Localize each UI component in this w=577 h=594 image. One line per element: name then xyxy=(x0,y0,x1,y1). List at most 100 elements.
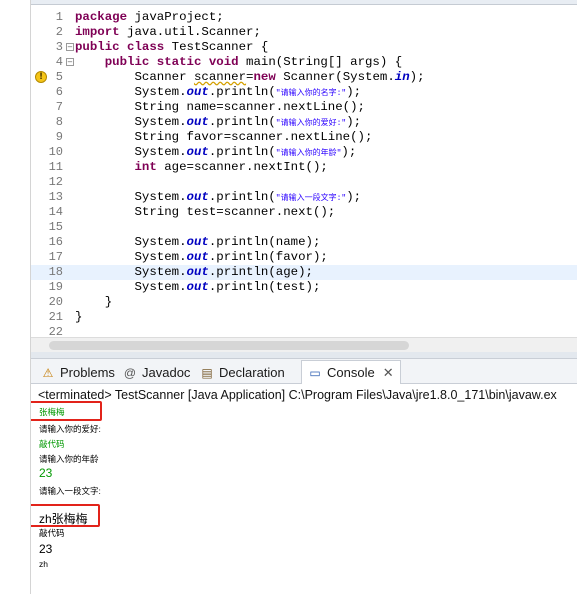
code-line[interactable]: 10 System.out.println("请输入你的年龄"); xyxy=(31,145,577,160)
code-token: } xyxy=(75,310,83,324)
line-number: 14 xyxy=(48,205,63,219)
code-line[interactable]: 3 public class TestScanner { xyxy=(31,40,577,55)
console-line: 请输入你的爱好: xyxy=(39,424,101,434)
code-token: .println(test); xyxy=(208,280,321,294)
warning-marker-icon[interactable]: ! xyxy=(35,71,47,83)
console-line: 23 xyxy=(39,466,53,480)
tab-label: Javadoc xyxy=(142,365,191,380)
line-number: 8 xyxy=(55,115,63,129)
tab-console[interactable]: ▭ Console ✕ xyxy=(301,360,401,384)
code-line[interactable]: 6 System.out.println("请输入你的名字:"); xyxy=(31,85,577,100)
code-token: javaProject; xyxy=(127,10,224,24)
code-token: main(String[] args) { xyxy=(238,55,403,69)
code-text: int age=scanner.nextInt(); xyxy=(75,160,328,175)
code-token: out xyxy=(186,85,209,99)
code-line[interactable]: 16 System.out.println(name); xyxy=(31,235,577,250)
line-number: 11 xyxy=(48,160,63,174)
code-text: } xyxy=(75,310,82,325)
console-line: 请输入一段文字: xyxy=(39,486,101,496)
console-line: 敲代码 xyxy=(39,528,65,538)
console-line: 请输入你的年龄 xyxy=(39,454,99,464)
close-icon[interactable]: ✕ xyxy=(383,365,394,381)
code-token: out xyxy=(186,145,209,159)
code-token: .println( xyxy=(208,85,276,99)
code-token: TestScanner { xyxy=(164,40,269,54)
line-number: 9 xyxy=(55,130,63,144)
code-token: .println(favor); xyxy=(208,250,328,264)
code-token: } xyxy=(75,295,113,309)
code-token: new xyxy=(253,70,276,84)
code-line[interactable]: 21} xyxy=(31,310,577,325)
code-editor[interactable]: 1 package javaProject; 2 import java.util.S… xyxy=(31,5,577,337)
editor-horizontal-scrollbar[interactable] xyxy=(31,337,577,352)
code-line[interactable]: 22 xyxy=(31,325,577,337)
code-line[interactable]: 8 System.out.println("请输入你的爱好:"); xyxy=(31,115,577,130)
code-token: "请输入一段文字:" xyxy=(275,194,347,203)
code-line[interactable]: 20 } xyxy=(31,295,577,310)
code-text: System.out.println(test); xyxy=(75,280,320,295)
code-text: String test=scanner.next(); xyxy=(75,205,335,220)
code-line[interactable]: 18 System.out.println(age); xyxy=(31,265,577,280)
code-token: age=scanner.nextInt(); xyxy=(156,160,328,174)
code-token: ); xyxy=(341,145,357,159)
line-number: 17 xyxy=(48,250,63,264)
code-token: import xyxy=(75,25,120,39)
line-number: 3 xyxy=(55,40,63,54)
line-number: 20 xyxy=(48,295,63,309)
code-token: .println( xyxy=(208,190,276,204)
annotation-highlight-box xyxy=(31,401,102,421)
code-line[interactable]: 2 import java.util.Scanner; xyxy=(31,25,577,40)
code-token: "请输入你的名字:" xyxy=(275,89,347,98)
code-token: System. xyxy=(75,250,187,264)
code-token: .println( xyxy=(208,145,276,159)
code-line[interactable]: 1 package javaProject; xyxy=(31,10,577,25)
declaration-icon: ▤ xyxy=(201,365,213,380)
tab-problems[interactable]: ⚠ Problems xyxy=(35,361,121,384)
code-token: System. xyxy=(75,190,187,204)
code-token: java.util.Scanner; xyxy=(119,25,261,39)
scrollbar-thumb[interactable] xyxy=(49,341,409,350)
code-line[interactable]: 7 String name=scanner.nextLine(); xyxy=(31,100,577,115)
code-token: "请输入你的爱好:" xyxy=(275,119,347,128)
code-token: int xyxy=(134,160,157,174)
fold-toggle-icon[interactable]: − xyxy=(66,43,74,51)
code-token: Scanner(System. xyxy=(275,70,395,84)
console-line: 23 xyxy=(39,542,53,556)
console-status: <terminated> TestScanner [Java Applicati… xyxy=(38,388,557,402)
code-token: String favor=scanner.nextLine(); xyxy=(75,130,373,144)
code-token: System. xyxy=(75,145,187,159)
code-text: package javaProject; xyxy=(75,10,224,25)
code-token: out xyxy=(186,235,209,249)
fold-toggle-icon[interactable]: − xyxy=(66,58,74,66)
tab-javadoc[interactable]: @ Javadoc xyxy=(117,361,196,384)
code-line[interactable]: 17 System.out.println(favor); xyxy=(31,250,577,265)
code-token: .println( xyxy=(208,115,276,129)
code-text: public static void main(String[] args) { xyxy=(75,55,402,70)
code-token: out xyxy=(186,265,209,279)
code-text: String name=scanner.nextLine(); xyxy=(75,100,365,115)
code-line[interactable]: 9 String favor=scanner.nextLine(); xyxy=(31,130,577,145)
code-line[interactable]: 13 System.out.println("请输入一段文字:"); xyxy=(31,190,577,205)
code-text: } xyxy=(75,295,112,310)
code-token: String test=scanner.next(); xyxy=(75,205,336,219)
code-token: .println(age); xyxy=(208,265,313,279)
code-line[interactable]: 5 Scanner scanner=new Scanner(System.in)… xyxy=(31,70,577,85)
console-view[interactable]: <terminated> TestScanner [Java Applicati… xyxy=(31,384,577,594)
line-number: 7 xyxy=(55,100,63,114)
code-line[interactable]: 14 String test=scanner.next(); xyxy=(31,205,577,220)
tab-declaration[interactable]: ▤ Declaration xyxy=(194,361,291,384)
code-line[interactable]: 19 System.out.println(test); xyxy=(31,280,577,295)
code-token: in xyxy=(394,70,410,84)
code-token: "请输入你的年龄" xyxy=(275,149,342,158)
left-sidebar-strip xyxy=(0,0,31,594)
code-line[interactable]: 4 public static void main(String[] args)… xyxy=(31,55,577,70)
code-line[interactable]: 11 int age=scanner.nextInt(); xyxy=(31,160,577,175)
code-token: package xyxy=(75,10,128,24)
line-number: 13 xyxy=(48,190,63,204)
code-token: Scanner xyxy=(75,70,194,84)
line-number: 10 xyxy=(48,145,63,159)
code-line[interactable]: 12 xyxy=(31,175,577,190)
code-line[interactable]: 15 xyxy=(31,220,577,235)
